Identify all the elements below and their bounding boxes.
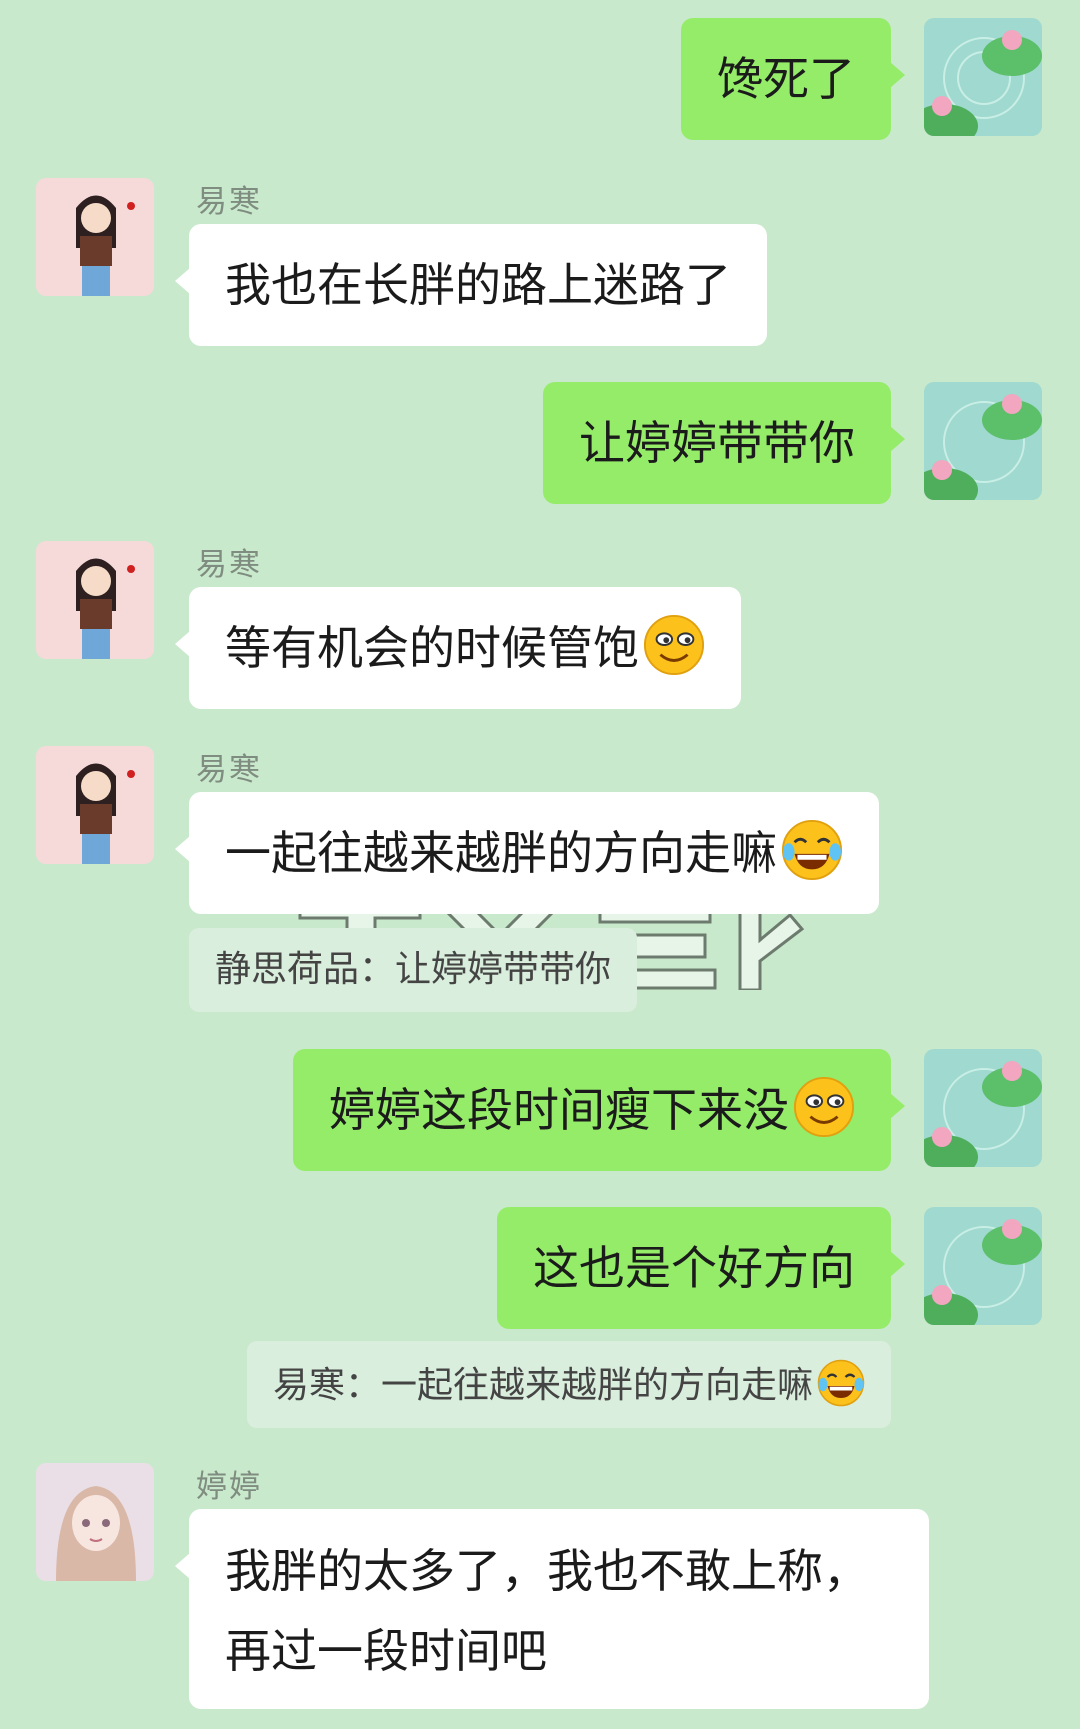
girl-avatar-icon <box>36 541 154 659</box>
quoted-message[interactable]: 易寒：一起往越来越胖的方向走嘛 <box>246 1341 891 1428</box>
girl-avatar-icon <box>36 178 154 296</box>
message-bubble[interactable]: 馋死了 <box>681 18 905 140</box>
my-avatar[interactable] <box>924 382 1042 500</box>
my-avatar[interactable] <box>924 1049 1042 1167</box>
laugh-tears-emoji-icon <box>781 819 843 881</box>
sender-avatar[interactable] <box>36 541 154 659</box>
sender-avatar[interactable] <box>36 746 154 864</box>
lotus-avatar-icon <box>924 382 1042 500</box>
smirk-emoji-icon <box>643 614 705 676</box>
message-bubble[interactable]: 等有机会的时候管饱 <box>175 587 741 709</box>
sender-avatar[interactable] <box>36 178 154 296</box>
message-text: 让婷婷带带你 <box>579 416 855 470</box>
message-bubble[interactable]: 这也是个好方向 <box>497 1207 905 1329</box>
message-text-line: 再过一段时间吧 <box>225 1624 547 1678</box>
laugh-tears-emoji-icon <box>817 1359 865 1407</box>
message-bubble[interactable]: 一起往越来越胖的方向走嘛 <box>175 792 879 914</box>
lotus-avatar-icon <box>924 1049 1042 1167</box>
lotus-avatar-icon <box>924 18 1042 136</box>
anime-girl-avatar-icon <box>36 1463 154 1581</box>
my-avatar[interactable] <box>924 18 1042 136</box>
message-bubble[interactable]: 我胖的太多了，我也不敢上称， 再过一段时间吧 <box>175 1509 929 1709</box>
lotus-avatar-icon <box>924 1207 1042 1325</box>
message-text: 等有机会的时候管饱 <box>225 621 639 675</box>
sender-name: 婷婷 <box>196 1469 262 1505</box>
chat-view: 馋死了 易寒 我也在长胖的路上迷路了 让婷婷带带你 易寒 等有机会的时候管饱 易… <box>0 0 1080 1729</box>
my-avatar[interactable] <box>924 1207 1042 1325</box>
message-bubble[interactable]: 我也在长胖的路上迷路了 <box>175 224 767 346</box>
sender-name: 易寒 <box>196 184 262 220</box>
sender-avatar[interactable] <box>36 1463 154 1581</box>
message-text: 婷婷这段时间瘦下来没 <box>329 1083 789 1137</box>
message-text: 一起往越来越胖的方向走嘛 <box>225 826 777 880</box>
quote-text: 静思荷品：让婷婷带带你 <box>215 949 612 990</box>
message-text: 这也是个好方向 <box>533 1241 855 1295</box>
sender-name: 易寒 <box>196 547 262 583</box>
message-bubble[interactable]: 让婷婷带带你 <box>543 382 905 504</box>
message-text: 馋死了 <box>717 52 855 106</box>
message-bubble[interactable]: 婷婷这段时间瘦下来没 <box>293 1049 905 1171</box>
quoted-message[interactable]: 静思荷品：让婷婷带带你 <box>189 928 638 1012</box>
message-text-line: 我胖的太多了，我也不敢上称， <box>225 1544 869 1598</box>
smirk-emoji-icon <box>793 1076 855 1138</box>
girl-avatar-icon <box>36 746 154 864</box>
quote-text: 易寒：一起往越来越胖的方向走嘛 <box>272 1365 813 1406</box>
message-text: 我也在长胖的路上迷路了 <box>225 258 731 312</box>
sender-name: 易寒 <box>196 752 262 788</box>
